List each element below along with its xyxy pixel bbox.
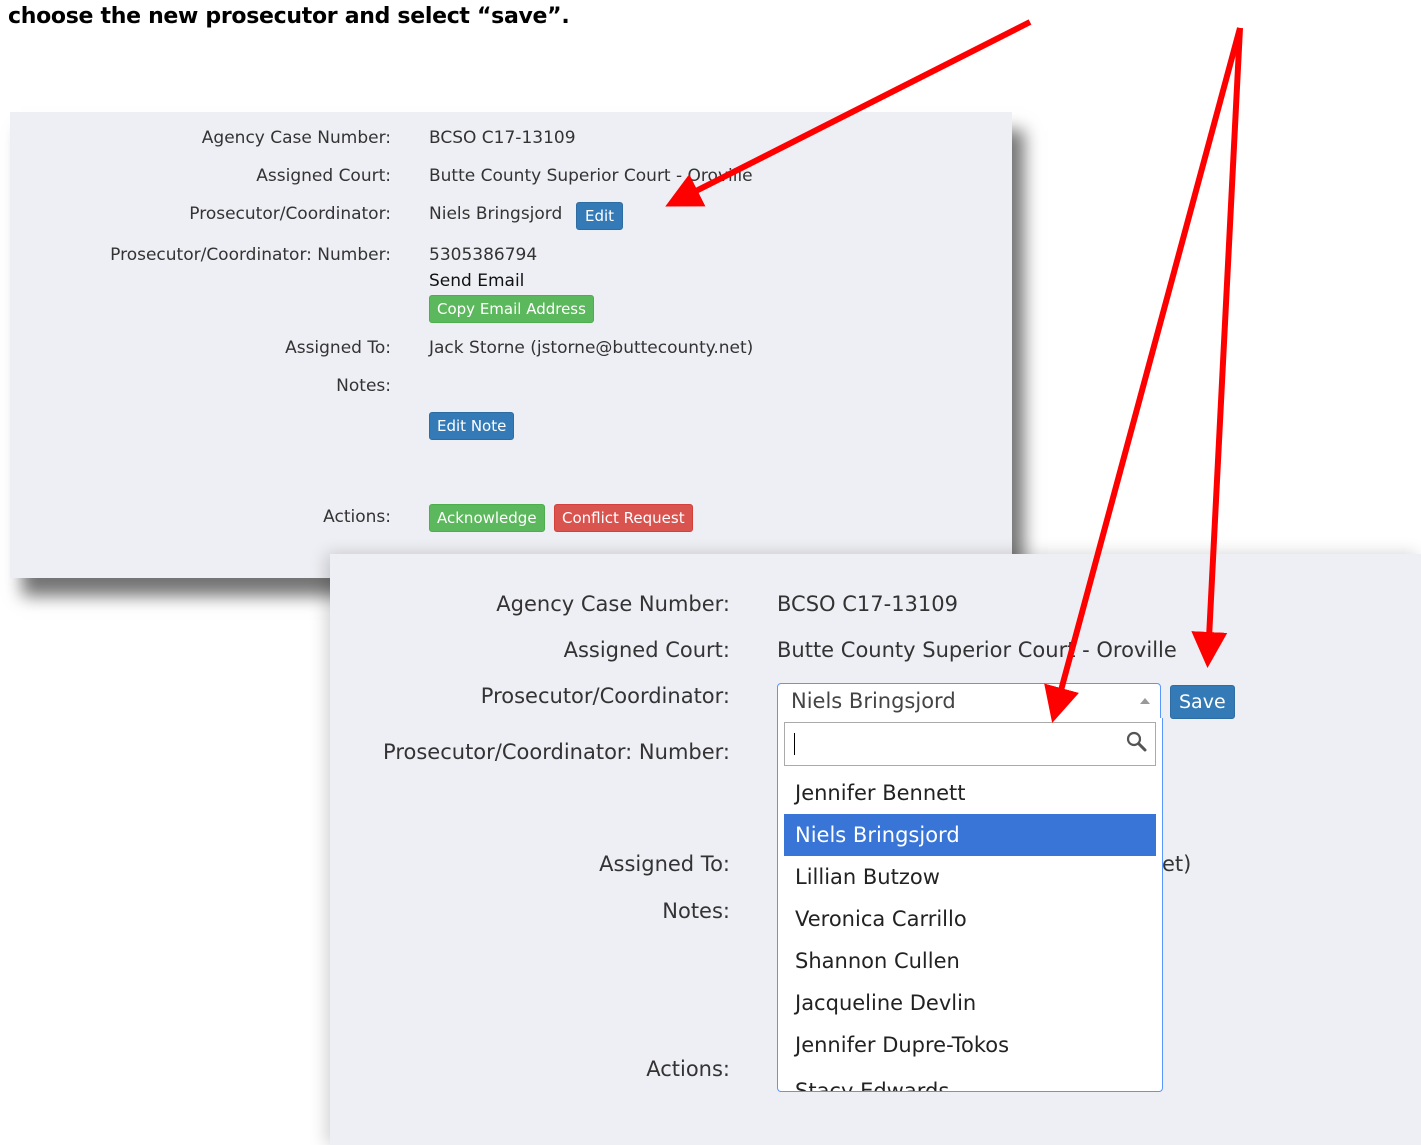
option-item[interactable]: Jennifer Bennett [784, 772, 1156, 814]
case-number-label: Agency Case Number: [496, 592, 730, 616]
case-number-value: BCSO C17-13109 [777, 592, 959, 616]
edit-prosecutor-button[interactable]: Edit [576, 202, 624, 230]
instruction-text: choose the new prosecutor and select “sa… [8, 4, 570, 29]
case-number-value: BCSO C17-13109 [429, 128, 576, 148]
acknowledge-button[interactable]: Acknowledge [429, 504, 545, 532]
notes-label: Notes: [336, 376, 391, 396]
prosecutor-select[interactable]: Niels Bringsjord [777, 683, 1161, 719]
prosecutor-label: Prosecutor/Coordinator: [189, 204, 391, 224]
option-item[interactable]: Shannon Cullen [784, 940, 1156, 982]
assigned-to-label: Assigned To: [599, 852, 730, 876]
save-button[interactable]: Save [1170, 685, 1235, 719]
actions-label: Actions: [323, 507, 391, 527]
chevron-up-icon [1140, 698, 1150, 704]
option-item[interactable]: Veronica Carrillo [784, 898, 1156, 940]
prosecutor-number-value: 5305386794 [429, 245, 538, 265]
case-details-panel: Agency Case Number: BCSO C17-13109 Assig… [10, 112, 1012, 578]
court-label: Assigned Court: [256, 166, 391, 186]
case-number-label: Agency Case Number: [201, 128, 391, 148]
prosecutor-dropdown: Jennifer Bennett Niels Bringsjord Lillia… [777, 718, 1163, 1092]
court-value: Butte County Superior Court - Oroville [777, 638, 1177, 662]
notes-label: Notes: [662, 899, 730, 923]
arrow-to-save-button [1191, 27, 1243, 668]
actions-label: Actions: [646, 1057, 730, 1081]
assigned-to-label: Assigned To: [285, 338, 391, 358]
prosecutor-number-label: Prosecutor/Coordinator: Number: [110, 245, 391, 265]
search-icon [1125, 730, 1149, 758]
search-input[interactable] [784, 722, 1156, 766]
edit-note-button[interactable]: Edit Note [429, 412, 515, 440]
prosecutor-value: Niels Bringsjord [429, 204, 563, 224]
case-edit-panel: Agency Case Number: BCSO C17-13109 Assig… [330, 554, 1421, 1145]
option-list: Jennifer Bennett Niels Bringsjord Lillia… [784, 772, 1156, 1091]
copy-email-button[interactable]: Copy Email Address [429, 295, 594, 323]
option-item[interactable]: Jacqueline Devlin [784, 982, 1156, 1024]
send-email-link[interactable]: Send Email [429, 271, 524, 291]
option-item-partial[interactable]: Stacy Edwards [784, 1070, 1156, 1091]
text-caret [794, 733, 795, 755]
court-label: Assigned Court: [563, 638, 730, 662]
option-item[interactable]: Jennifer Dupre-Tokos [784, 1024, 1156, 1066]
conflict-request-button[interactable]: Conflict Request [554, 504, 693, 532]
assigned-to-value: Jack Storne (jstorne@buttecounty.net) [429, 338, 754, 358]
prosecutor-label: Prosecutor/Coordinator: [480, 684, 730, 708]
prosecutor-number-label: Prosecutor/Coordinator: Number: [383, 740, 730, 764]
assigned-to-value-fragment: et) [1162, 852, 1192, 876]
prosecutor-select-value: Niels Bringsjord [791, 689, 956, 713]
option-item-highlighted[interactable]: Niels Bringsjord [784, 814, 1156, 856]
court-value: Butte County Superior Court - Oroville [429, 166, 753, 186]
option-item[interactable]: Lillian Butzow [784, 856, 1156, 898]
